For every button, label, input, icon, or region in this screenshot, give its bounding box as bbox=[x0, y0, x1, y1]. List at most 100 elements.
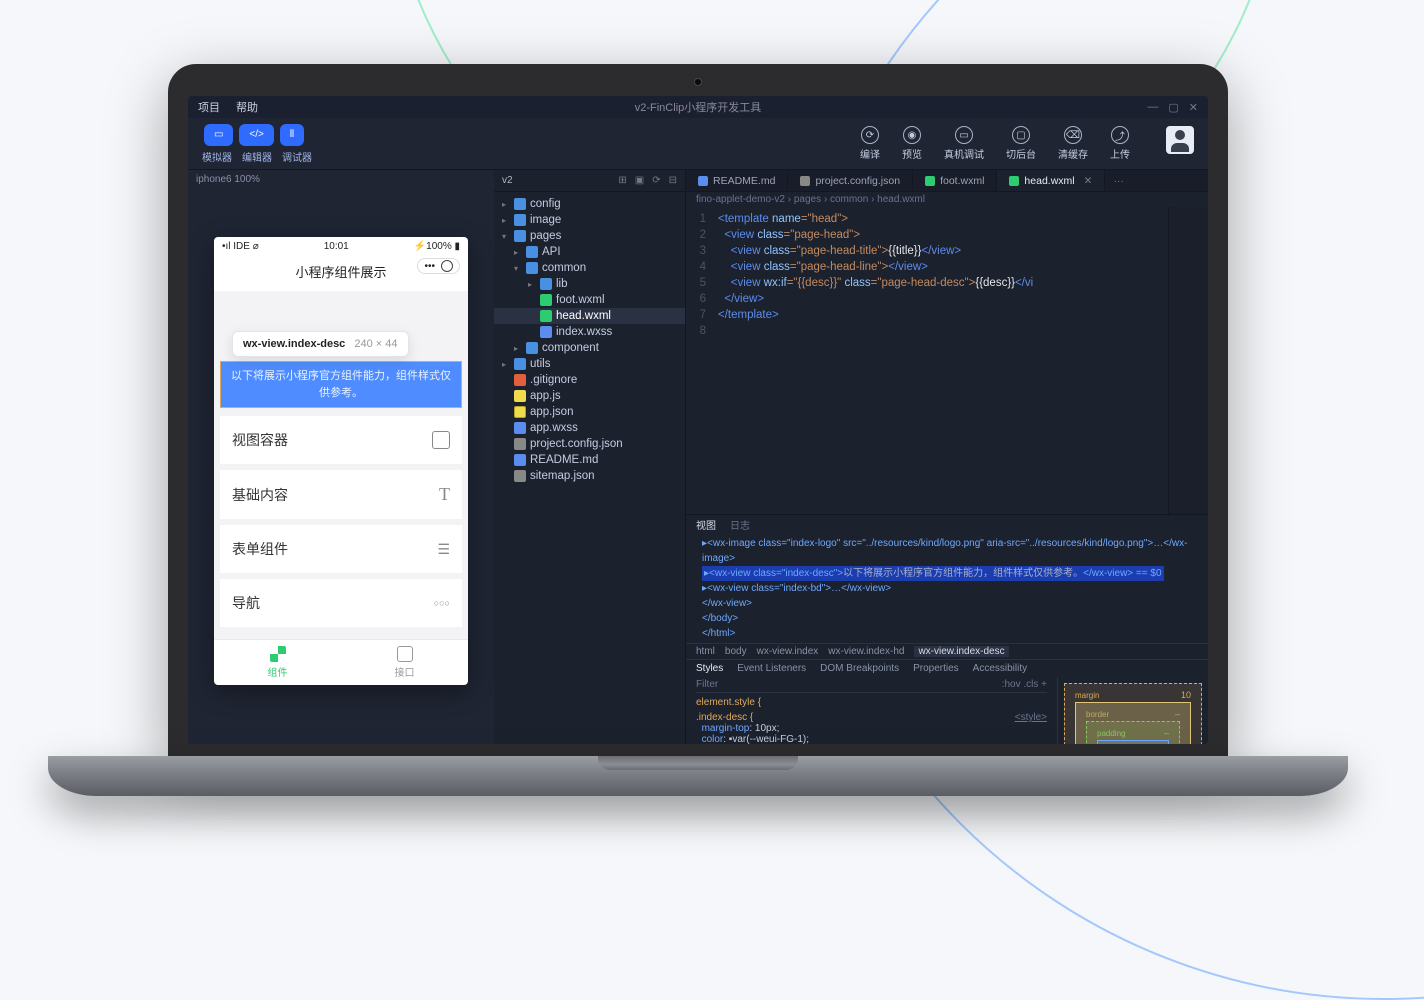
tree-node[interactable]: ▾common bbox=[494, 260, 685, 276]
tabbar-api[interactable]: 接口 bbox=[341, 640, 468, 685]
tool-background[interactable]: ▢切后台 bbox=[1006, 126, 1036, 161]
paneltab-a11y[interactable]: Accessibility bbox=[973, 663, 1027, 674]
phone-body: wx-view.index-desc 240 × 44 以下将展示小程序官方组件… bbox=[214, 291, 468, 639]
dots-icon: ○○○ bbox=[434, 598, 450, 608]
toolbar-actions: ⟳编译 ◉预览 ▭真机调试 ▢切后台 ⌫清缓存 ⤴上传 bbox=[860, 126, 1194, 161]
tree-node[interactable]: ▸config bbox=[494, 196, 685, 212]
styles-panel[interactable]: Filter:hov .cls + element.style { <style… bbox=[686, 677, 1058, 744]
editor-panel: README.mdproject.config.jsonfoot.wxmlhea… bbox=[686, 170, 1208, 744]
devtools-tabs: 视图 日志 bbox=[686, 515, 1208, 534]
tree-header: v2 ⊞ ▣ ⟳ ⊟ bbox=[494, 170, 685, 192]
editor-tab[interactable]: foot.wxml bbox=[913, 170, 997, 191]
tool-compile[interactable]: ⟳编译 bbox=[860, 126, 880, 161]
editor-tab[interactable]: project.config.json bbox=[788, 170, 913, 191]
paneltab-props[interactable]: Properties bbox=[913, 663, 959, 674]
tree-node[interactable]: app.wxss bbox=[494, 420, 685, 436]
editor-tab[interactable]: head.wxml✕ bbox=[997, 170, 1105, 191]
tree-root: v2 bbox=[502, 175, 513, 186]
tree-node[interactable]: index.wxss bbox=[494, 324, 685, 340]
tree-node[interactable]: head.wxml bbox=[494, 308, 685, 324]
box-content: 240 × 44 bbox=[1097, 740, 1169, 744]
editor-tabs: README.mdproject.config.jsonfoot.wxmlhea… bbox=[686, 170, 1208, 192]
devtab-view[interactable]: 视图 bbox=[696, 517, 716, 532]
workspace: iphone6 100% •ıl IDE ⌀ 10:01 ⚡100% ▮ 小程序… bbox=[188, 170, 1208, 744]
tree-node[interactable]: ▸utils bbox=[494, 356, 685, 372]
tool-upload[interactable]: ⤴上传 bbox=[1110, 126, 1130, 161]
tab-editor-label: 编辑器 bbox=[242, 149, 272, 164]
tab-debugger[interactable]: ⫴ bbox=[280, 124, 304, 146]
avatar[interactable] bbox=[1166, 126, 1194, 154]
highlighted-element[interactable]: 以下将展示小程序官方组件能力，组件样式仅供参考。 bbox=[220, 361, 462, 408]
maximize-icon[interactable]: ▢ bbox=[1168, 101, 1178, 114]
status-battery: ⚡100% ▮ bbox=[414, 241, 460, 252]
list-item[interactable]: 基础内容T bbox=[220, 470, 462, 519]
tool-clear[interactable]: ⌫清缓存 bbox=[1058, 126, 1088, 161]
tree-node[interactable]: ▾pages bbox=[494, 228, 685, 244]
menu-help[interactable]: 帮助 bbox=[236, 99, 258, 115]
tree-node[interactable]: ▸API bbox=[494, 244, 685, 260]
tab-simulator[interactable]: ▭ bbox=[204, 124, 233, 146]
status-signal: •ıl IDE ⌀ bbox=[222, 241, 259, 252]
tool-remote[interactable]: ▭真机调试 bbox=[944, 126, 984, 161]
file-tree: v2 ⊞ ▣ ⟳ ⊟ ▸config▸image▾pages▸API▾commo… bbox=[494, 170, 686, 744]
devtab-log[interactable]: 日志 bbox=[730, 517, 750, 532]
window-title: v2-FinClip小程序开发工具 bbox=[635, 99, 762, 115]
tab-editor[interactable]: </> bbox=[239, 124, 273, 146]
paneltab-dom-bp[interactable]: DOM Breakpoints bbox=[820, 663, 899, 674]
minimize-icon[interactable]: — bbox=[1147, 101, 1158, 114]
menu-icon: ☰ bbox=[437, 541, 450, 558]
tabs-more[interactable]: ··· bbox=[1105, 170, 1132, 191]
window-controls: — ▢ ✕ bbox=[1147, 101, 1198, 114]
tree-node[interactable]: app.json bbox=[494, 404, 685, 420]
code-editor[interactable]: 12345678 <template name="head"> <view cl… bbox=[686, 207, 1208, 514]
tree-node[interactable]: app.js bbox=[494, 388, 685, 404]
phone-title-text: 小程序组件展示 bbox=[295, 265, 386, 280]
phone-frame: •ıl IDE ⌀ 10:01 ⚡100% ▮ 小程序组件展示 ••• wx-v… bbox=[214, 237, 468, 685]
tree-node[interactable]: sitemap.json bbox=[494, 468, 685, 484]
devtools-panel-tabs: Styles Event Listeners DOM Breakpoints P… bbox=[686, 660, 1208, 677]
tooltip-selector: wx-view.index-desc bbox=[243, 338, 345, 350]
phone-actions[interactable]: ••• bbox=[417, 258, 460, 274]
tree-node[interactable]: project.config.json bbox=[494, 436, 685, 452]
code-area[interactable]: <template name="head"> <view class="page… bbox=[712, 207, 1168, 514]
tabbar-component[interactable]: 组件 bbox=[214, 640, 341, 685]
phone-title: 小程序组件展示 ••• bbox=[214, 256, 468, 291]
dom-breadcrumb[interactable]: html body wx-view.index wx-view.index-hd… bbox=[686, 643, 1208, 660]
breadcrumb[interactable]: fino-applet-demo-v2 › pages › common › h… bbox=[686, 192, 1208, 207]
list-item[interactable]: 导航○○○ bbox=[220, 579, 462, 627]
mode-tabs: ▭ </> ⫴ 模拟器 编辑器 调试器 bbox=[202, 124, 312, 164]
list-item[interactable]: 表单组件☰ bbox=[220, 525, 462, 573]
tree-node[interactable]: ▸component bbox=[494, 340, 685, 356]
editor-tab[interactable]: README.md bbox=[686, 170, 788, 191]
devtools-body: Filter:hov .cls + element.style { <style… bbox=[686, 677, 1208, 744]
tree-node[interactable]: README.md bbox=[494, 452, 685, 468]
list-item[interactable]: 视图容器 bbox=[220, 416, 462, 464]
minimap[interactable] bbox=[1168, 207, 1208, 514]
new-file-icon[interactable]: ⊞ bbox=[618, 175, 626, 186]
phone-tabbar: 组件 接口 bbox=[214, 639, 468, 685]
menu-project[interactable]: 项目 bbox=[198, 99, 220, 115]
devtools: 视图 日志 ▸<wx-image class="index-logo" src=… bbox=[686, 514, 1208, 744]
collapse-icon[interactable]: ⊟ bbox=[669, 175, 677, 186]
container-icon bbox=[432, 431, 450, 449]
filter-actions[interactable]: :hov .cls + bbox=[1002, 679, 1047, 690]
text-icon: T bbox=[439, 484, 450, 505]
tree-body: ▸config▸image▾pages▸API▾common▸libfoot.w… bbox=[494, 192, 685, 488]
dom-tree[interactable]: ▸<wx-image class="index-logo" src="../re… bbox=[686, 534, 1208, 643]
tree-node[interactable]: ▸lib bbox=[494, 276, 685, 292]
simulator-device[interactable]: iphone6 100% bbox=[188, 170, 494, 189]
menu-list: 视图容器 基础内容T 表单组件☰ 导航○○○ bbox=[220, 416, 462, 627]
tree-node[interactable]: .gitignore bbox=[494, 372, 685, 388]
tree-node[interactable]: foot.wxml bbox=[494, 292, 685, 308]
close-icon[interactable]: ✕ bbox=[1189, 101, 1198, 114]
simulator-panel: iphone6 100% •ıl IDE ⌀ 10:01 ⚡100% ▮ 小程序… bbox=[188, 170, 494, 744]
paneltab-styles[interactable]: Styles bbox=[696, 663, 723, 674]
filter-label[interactable]: Filter bbox=[696, 679, 718, 690]
tab-simulator-label: 模拟器 bbox=[202, 149, 232, 164]
gutter: 12345678 bbox=[686, 207, 712, 514]
paneltab-events[interactable]: Event Listeners bbox=[737, 663, 806, 674]
tool-preview[interactable]: ◉预览 bbox=[902, 126, 922, 161]
tree-node[interactable]: ▸image bbox=[494, 212, 685, 228]
refresh-icon[interactable]: ⟳ bbox=[652, 175, 660, 186]
new-folder-icon[interactable]: ▣ bbox=[635, 175, 644, 186]
